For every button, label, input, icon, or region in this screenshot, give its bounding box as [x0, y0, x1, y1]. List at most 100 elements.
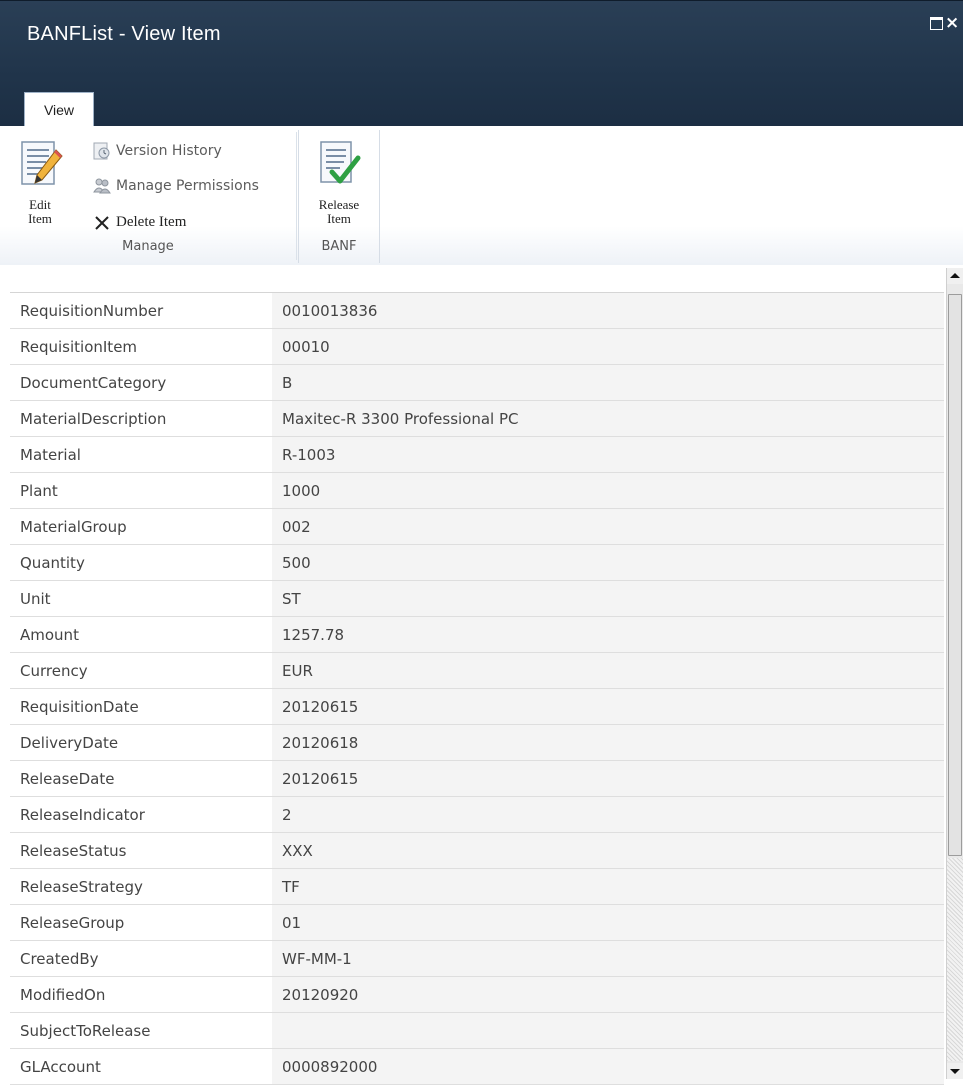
field-label: RequisitionDate	[10, 688, 272, 725]
field-value: 20120618	[272, 724, 944, 761]
field-value: Maxitec-R 3300 Professional PC	[272, 400, 944, 437]
field-row: GLAccount 0000892000	[10, 1048, 944, 1085]
field-row: DocumentCategory B	[10, 364, 944, 401]
field-value: 1000	[272, 472, 944, 509]
version-history-icon	[93, 142, 110, 160]
field-row: RequisitionDate 20120615	[10, 688, 944, 725]
ribbon-group-label-manage: Manage	[122, 239, 174, 254]
scroll-down-icon[interactable]	[947, 1063, 963, 1079]
field-label: SubjectToRelease	[10, 1012, 272, 1049]
edit-item-button[interactable]: Edit Item	[10, 136, 70, 232]
field-label: Amount	[10, 616, 272, 653]
field-row: ReleaseGroup 01	[10, 904, 944, 941]
field-row: ReleaseStrategy TF	[10, 868, 944, 905]
release-item-button[interactable]: Release Item	[309, 136, 369, 232]
field-label: DeliveryDate	[10, 724, 272, 761]
field-label: Plant	[10, 472, 272, 509]
field-value: XXX	[272, 832, 944, 869]
manage-permissions-button[interactable]: Manage Permissions	[92, 175, 259, 197]
field-value: 20120615	[272, 760, 944, 797]
field-value: WF-MM-1	[272, 940, 944, 977]
field-row: RequisitionNumber 0010013836	[10, 292, 944, 329]
release-item-label: Release Item	[318, 197, 360, 226]
field-value: R-1003	[272, 436, 944, 473]
field-label: ReleaseGroup	[10, 904, 272, 941]
field-value: 500	[272, 544, 944, 581]
field-row: MaterialDescription Maxitec-R 3300 Profes…	[10, 400, 944, 437]
dialog-title: BANFList - View Item	[27, 23, 221, 45]
manage-permissions-label: Manage Permissions	[116, 178, 259, 194]
ribbon: Edit Item Version History Manage Permiss…	[0, 126, 963, 266]
field-value: 002	[272, 508, 944, 545]
field-value: 20120920	[272, 976, 944, 1013]
field-label: Material	[10, 436, 272, 473]
field-row: MaterialGroup 002	[10, 508, 944, 545]
field-row: SubjectToRelease	[10, 1012, 944, 1049]
delete-item-button[interactable]: Delete Item	[92, 211, 186, 233]
close-icon[interactable]: ×	[945, 15, 961, 32]
scroll-thumb[interactable]	[948, 294, 962, 856]
field-value: TF	[272, 868, 944, 905]
field-value: 0010013836	[272, 292, 944, 329]
edit-item-icon	[21, 141, 63, 185]
field-value: 20120615	[272, 688, 944, 725]
delete-item-label: Delete Item	[116, 214, 187, 230]
field-row: ReleaseIndicator 2	[10, 796, 944, 833]
field-value	[272, 1012, 944, 1049]
item-fields-body: RequisitionNumber 0010013836 RequisitionIt…	[10, 292, 944, 1085]
vertical-scrollbar[interactable]	[946, 268, 963, 1079]
delete-icon	[95, 215, 109, 230]
version-history-button[interactable]: Version History	[92, 140, 222, 162]
field-row: Unit ST	[10, 580, 944, 617]
field-value: B	[272, 364, 944, 401]
field-row: DeliveryDate 20120618	[10, 724, 944, 761]
edit-item-label: Edit Item	[28, 197, 52, 226]
field-label: GLAccount	[10, 1048, 272, 1085]
release-item-icon	[320, 141, 361, 184]
field-row: Plant 1000	[10, 472, 944, 509]
field-value: 2	[272, 796, 944, 833]
field-label: CreatedBy	[10, 940, 272, 977]
field-label: ReleaseStatus	[10, 832, 272, 869]
scroll-track[interactable]	[947, 858, 963, 1061]
field-value: 00010	[272, 328, 944, 365]
field-row: Quantity 500	[10, 544, 944, 581]
field-value: 0000892000	[272, 1048, 944, 1085]
ribbon-group-label-banf: BANF	[321, 239, 357, 254]
field-label: MaterialDescription	[10, 400, 272, 437]
field-row: RequisitionItem 00010	[10, 328, 944, 365]
field-label: MaterialGroup	[10, 508, 272, 545]
scroll-up-icon[interactable]	[947, 268, 963, 284]
field-label: ModifiedOn	[10, 976, 272, 1013]
field-label: Currency	[10, 652, 272, 689]
field-value: ST	[272, 580, 944, 617]
field-value: 01	[272, 904, 944, 941]
field-row: Currency EUR	[10, 652, 944, 689]
field-row: ReleaseDate 20120615	[10, 760, 944, 797]
field-label: ReleaseDate	[10, 760, 272, 797]
manage-permissions-icon	[93, 178, 111, 194]
dialog-titlebar: BANFList - View Item × View	[0, 0, 963, 128]
field-row: Material R-1003	[10, 436, 944, 473]
field-row: CreatedBy WF-MM-1	[10, 940, 944, 977]
maximize-icon[interactable]	[928, 15, 944, 31]
version-history-label: Version History	[116, 143, 222, 159]
tab-view[interactable]: View	[24, 92, 94, 128]
item-content: RequisitionNumber 0010013836 RequisitionIt…	[0, 265, 963, 1085]
ribbon-group-manage: Edit Item Version History Manage Permiss…	[10, 130, 286, 263]
field-row: ReleaseStatus XXX	[10, 832, 944, 869]
field-label: Unit	[10, 580, 272, 617]
field-value: 1257.78	[272, 616, 944, 653]
field-row: Amount 1257.78	[10, 616, 944, 653]
field-label: Quantity	[10, 544, 272, 581]
field-label: DocumentCategory	[10, 364, 272, 401]
field-label: ReleaseIndicator	[10, 796, 272, 833]
ribbon-group-separator	[296, 132, 297, 260]
field-label: RequisitionNumber	[10, 292, 272, 329]
ribbon-group-banf: Release Item BANF	[298, 130, 380, 263]
field-value: EUR	[272, 652, 944, 689]
field-label: ReleaseStrategy	[10, 868, 272, 905]
item-fields-table: RequisitionNumber 0010013836 RequisitionIt…	[10, 292, 944, 1085]
field-row: ModifiedOn 20120920	[10, 976, 944, 1013]
field-label: RequisitionItem	[10, 328, 272, 365]
